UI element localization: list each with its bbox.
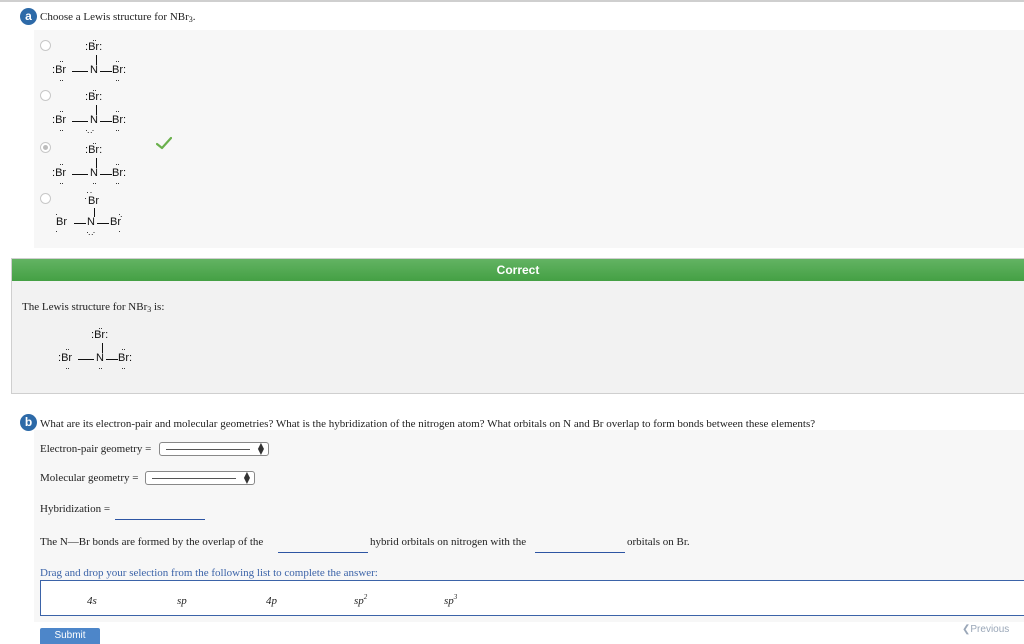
bond-text-2: hybrid orbitals on nitrogen with the [370,536,527,548]
part-a-question: Choose a Lewis structure for NBr3. [40,11,196,24]
bond-text-3: orbitals on Br. [627,536,690,548]
hybridization-drop-target[interactable] [115,519,205,520]
correct-check-icon [156,136,172,150]
part-b-badge: b [20,414,37,431]
previous-link[interactable]: ❮Previous [962,624,1009,635]
top-divider [0,0,1024,2]
option-3-radio[interactable] [40,142,51,153]
hybridization-label: Hybridization = [40,503,111,515]
option-1-lewis-structure[interactable]: ·· :Br: ·· :Br N ·· Br: ·· ·· [52,36,142,86]
choice-sp2[interactable]: sp2 [354,593,367,607]
submit-button[interactable]: Submit [40,628,100,644]
correct-feedback-panel: Correct [11,258,1024,394]
correct-explanation: The Lewis structure for NBr3 is: [22,301,165,314]
bromine-orbital-drop-target[interactable] [535,552,625,553]
electron-pair-geometry-label: Electron-pair geometry = [40,443,152,455]
option-4-radio[interactable] [40,193,51,204]
drag-instruction: Drag and drop your selection from the fo… [40,567,378,579]
choice-sp3[interactable]: sp3 [444,593,457,607]
choice-4p[interactable]: 4p [266,593,277,607]
part-b-question: What are its electron-pair and molecular… [40,418,816,430]
part-a-options-panel [34,30,1024,248]
option-4-lewis-structure[interactable]: · · · Br · Br N Br ·. · ·. .· · [52,188,142,238]
choice-4s[interactable]: 4s [87,593,97,607]
part-a-badge: a [20,8,37,25]
choice-sp[interactable]: sp [177,593,187,607]
molecular-geometry-select[interactable]: ▲ ▼ [145,471,255,485]
bond-text-1: The N—Br bonds are formed by the overlap… [40,536,264,548]
electron-pair-geometry-select[interactable]: ▲ ▼ [159,442,269,456]
option-2-lewis-structure[interactable]: ·· :Br: ·· :Br N ·· Br: ·· ·. .· ·· [52,86,142,136]
option-2-radio[interactable] [40,90,51,101]
select-arrows-icon: ▲ ▼ [243,470,250,485]
select-arrows-icon: ▲ ▼ [257,441,264,456]
correct-lewis-structure: ·· :Br: ·· :Br N ·· Br: ·· ·· ·· [58,323,133,373]
molecular-geometry-label: Molecular geometry = [40,472,139,484]
correct-banner: Correct [12,259,1024,281]
choices-tray: 4s sp 4p sp2 sp3 [40,580,1024,616]
nitrogen-orbital-drop-target[interactable] [278,552,368,553]
option-3-lewis-structure[interactable]: ·· :Br: ·· :Br N ·· Br: ·· ·· ·· [52,139,142,189]
option-1-radio[interactable] [40,40,51,51]
